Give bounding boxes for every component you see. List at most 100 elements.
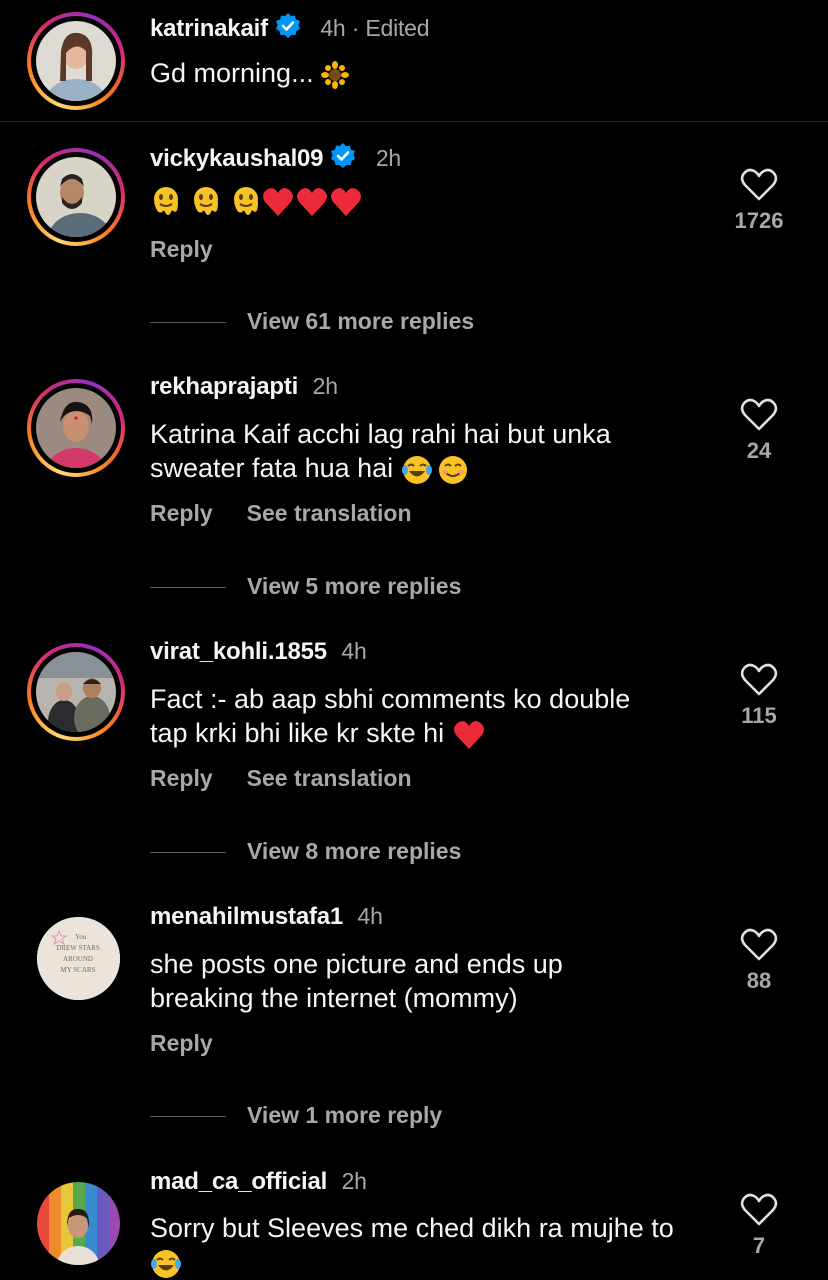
view-replies-label: View 1 more reply [247, 1102, 443, 1128]
timestamp: 4h [341, 638, 367, 664]
see-translation-button[interactable]: See translation [247, 765, 412, 791]
timestamp: 4h [357, 903, 383, 929]
red-heart-emoji [453, 720, 484, 749]
heart-outline-icon[interactable] [740, 1193, 778, 1227]
like-count: 1726 [734, 208, 784, 233]
caption-text: Gd morning... [150, 58, 314, 88]
comment-text-line: breaking the internet (mommy) [150, 983, 518, 1013]
melting-face-emoji [194, 187, 218, 215]
avatar-text: AROUND [63, 955, 93, 963]
comment-actions: Reply See translation [150, 500, 446, 527]
view-replies-label: View 8 more replies [247, 838, 462, 864]
timestamp: 2h [375, 145, 401, 171]
comment-header: vickykaushal09 2h [150, 142, 401, 173]
comment-text-line-2: sweater fata hua hai [150, 451, 710, 486]
username[interactable]: katrinakaif [150, 15, 268, 42]
comment-header: mad_ca_official 2h [150, 1168, 367, 1196]
comment-text-line: sweater fata hua hai [150, 453, 394, 483]
comment-header: virat_kohli.1855 4h [150, 638, 367, 666]
username[interactable]: rekhaprajapti [150, 373, 298, 400]
view-replies-button[interactable]: View 1 more reply [150, 1102, 442, 1132]
reply-button[interactable]: Reply [150, 500, 213, 526]
comment-text-line: Fact :- ab aap sbhi comments ko double [150, 684, 631, 714]
divider-line [150, 587, 226, 589]
avatar [36, 21, 116, 101]
red-heart-emoji [331, 188, 361, 216]
timestamp: 2h [312, 373, 338, 399]
username[interactable]: mad_ca_official [150, 1168, 327, 1195]
reply-button[interactable]: Reply [150, 236, 213, 262]
comment-text-line: tap krki bhi like kr skte hi [150, 718, 445, 748]
like-count: 24 [746, 438, 772, 463]
sunflower-emoji [321, 60, 350, 89]
username[interactable]: virat_kohli.1855 [150, 638, 327, 665]
avatar [36, 388, 116, 468]
red-heart-emoji [297, 188, 327, 216]
like-count: 7 [752, 1233, 766, 1258]
username[interactable]: menahilmustafa1 [150, 903, 343, 930]
avatar[interactable]: You DREW STARS AROUND MY SCARS [37, 917, 120, 1000]
comment-actions: Reply See translation [150, 765, 446, 792]
avatar[interactable] [37, 1182, 120, 1265]
see-translation-button[interactable]: See translation [247, 500, 412, 526]
comment-actions: Reply [150, 236, 247, 263]
view-replies-button[interactable]: View 61 more replies [150, 308, 474, 338]
heart-outline-icon[interactable] [740, 398, 778, 432]
like-count: 115 [741, 703, 777, 728]
view-replies-button[interactable]: View 5 more replies [150, 573, 461, 603]
like-count: 88 [746, 968, 772, 993]
avatar [36, 157, 116, 237]
avatar-story-ring[interactable] [27, 148, 125, 246]
avatar-story-ring[interactable] [27, 643, 125, 741]
like-group: 7 [720, 1193, 798, 1259]
heart-outline-icon[interactable] [740, 168, 778, 202]
comment-header: menahilmustafa1 4h [150, 903, 383, 931]
verified-badge-icon [275, 13, 300, 38]
reply-button[interactable]: Reply [150, 1030, 213, 1056]
joy-emoji [151, 1249, 181, 1278]
avatar-story-ring[interactable] [27, 12, 125, 110]
avatar-story-ring[interactable] [27, 379, 125, 477]
red-heart-emoji [263, 188, 293, 216]
like-group: 1726 [720, 168, 798, 234]
like-group: 24 [720, 398, 798, 464]
comment-text-line: Katrina Kaif acchi lag rahi hai but unka [150, 419, 611, 449]
comment-text: Fact :- ab aap sbhi comments ko double t… [150, 682, 710, 751]
timestamp: 2h [341, 1168, 367, 1194]
comment-text: Katrina Kaif acchi lag rahi hai but unka… [150, 417, 710, 486]
view-replies-button[interactable]: View 8 more replies [150, 838, 461, 868]
divider-line [150, 1116, 226, 1118]
like-group: 88 [720, 928, 798, 994]
caption-header: katrinakaif 4h · Edited [150, 12, 430, 43]
avatar-text: MY SCARS [61, 966, 96, 974]
view-replies-label: View 5 more replies [247, 573, 462, 599]
heart-outline-icon[interactable] [740, 663, 778, 697]
melting-face-emoji [234, 187, 258, 215]
comment-text: she posts one picture and ends up breaki… [150, 947, 710, 1015]
divider-line [150, 322, 226, 324]
username[interactable]: vickykaushal09 [150, 145, 324, 172]
avatar-text: DREW STARS [56, 944, 100, 952]
timestamp: 4h · Edited [320, 15, 430, 41]
comment-text: Sorry but Sleeves me ched dikh ra mujhe … [150, 1211, 730, 1280]
comment-text-line-2 [150, 1245, 730, 1280]
caption-text-row: Gd morning... [150, 56, 710, 90]
view-replies-label: View 61 more replies [247, 308, 475, 334]
divider-line [150, 852, 226, 854]
avatar-text: You [75, 933, 87, 941]
smiling-face-emoji [438, 455, 467, 484]
comment-text [150, 184, 710, 228]
like-group: 115 [720, 663, 798, 729]
comment-header: rekhaprajapti 2h [150, 373, 338, 401]
comment-text-line: she posts one picture and ends up [150, 949, 563, 979]
reply-button[interactable]: Reply [150, 765, 213, 791]
comment-text-line-2: tap krki bhi like kr skte hi [150, 716, 710, 751]
avatar [36, 652, 116, 732]
heart-outline-icon[interactable] [740, 928, 778, 962]
comment-text-line: Sorry but Sleeves me ched dikh ra mujhe … [150, 1213, 674, 1243]
comment-actions: Reply [150, 1030, 247, 1057]
post-caption: katrinakaif 4h · Edited Gd morning... [0, 0, 828, 122]
joy-emoji [401, 455, 432, 484]
verified-badge-icon [331, 143, 356, 168]
melting-face-emoji [154, 187, 178, 215]
